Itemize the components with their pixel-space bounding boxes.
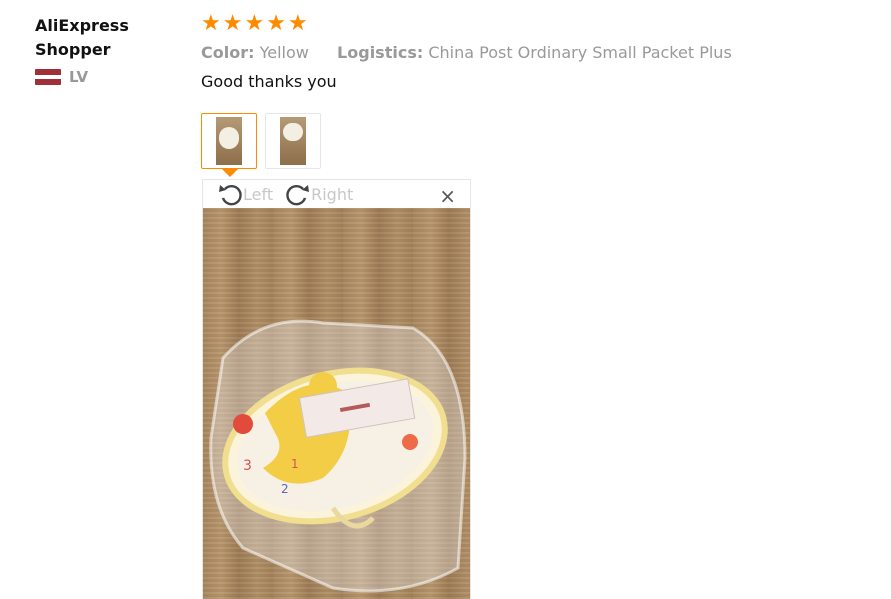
photo-viewer-toolbar: Left Right × [203,180,470,208]
star-icon: ★ [201,11,221,36]
color-value: Yellow [259,43,309,62]
rotate-left-label: Left [243,184,274,204]
star-rating: ★ ★ ★ ★ ★ [201,12,861,36]
rotate-right-label: Right [311,184,354,204]
reviewer-country: LV [35,68,175,86]
logistics-label: Logistics: [337,43,424,62]
star-icon: ★ [266,11,286,36]
svg-text:1: 1 [291,457,299,471]
photo-viewer: Left Right × 3 2 1 [202,179,471,599]
color-label: Color: [201,43,255,62]
rotate-left-icon [219,184,242,206]
review-photo-thumbnail-1[interactable] [201,113,257,177]
rotate-left-button[interactable]: Left [217,181,273,207]
product-photo-illustration: 3 2 1 [209,319,467,593]
star-icon: ★ [222,11,243,36]
review-photo-large: 3 2 1 [203,208,470,599]
photo-thumbnail-image [216,117,242,165]
reviewer-name: AliExpress Shopper [35,16,129,59]
logistics-value: China Post Ordinary Small Packet Plus [428,43,732,62]
rotate-right-icon [286,184,310,206]
order-attributes: Color: Yellow Logistics: China Post Ordi… [201,43,861,62]
review-photo-thumbnails [201,113,321,177]
review-content: ★ ★ ★ ★ ★ Color: Yellow Logistics: China… [201,12,861,92]
active-thumbnail-caret-icon [222,169,238,177]
review-photo-thumbnail-2[interactable] [265,113,321,169]
svg-text:3: 3 [243,458,252,474]
close-icon[interactable]: × [439,186,456,206]
photo-thumbnail-image [280,117,306,165]
country-code: LV [69,68,89,86]
svg-text:2: 2 [281,482,289,496]
reviewer-info: AliExpress Shopper LV [35,14,175,86]
review-text: Good thanks you [201,72,337,91]
star-icon: ★ [244,11,265,36]
latvia-flag-icon [35,69,61,85]
rotate-right-button[interactable]: Right [285,181,353,207]
star-icon: ★ [287,11,308,36]
